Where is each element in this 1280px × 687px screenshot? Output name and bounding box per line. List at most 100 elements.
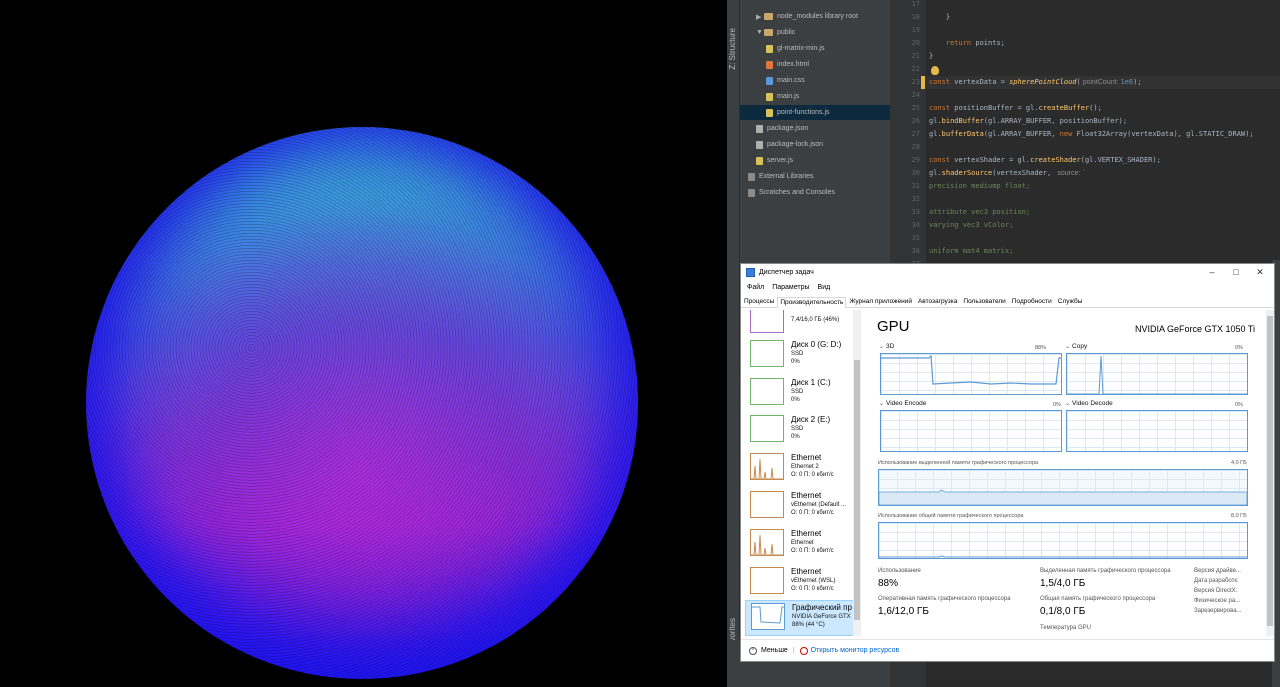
tree-item[interactable]: Scratches and Consoles [740, 185, 890, 200]
resource-item[interactable]: Ethernet Ethernet 2 О: 0 П: 0 кбит/с [745, 451, 854, 487]
json-file-icon [756, 124, 763, 133]
chevron-up-icon[interactable]: ⌃ [749, 646, 757, 655]
line-number: 28 [911, 143, 920, 151]
resource-item[interactable]: Графический пр NVIDIA GeForce GTX 88% (44 … [745, 600, 854, 636]
graph-pct-encode: 0% [1053, 402, 1061, 408]
graph-label-copy[interactable]: ⌄ Copy [1065, 343, 1087, 350]
line-number: 25 [911, 104, 920, 112]
resource-sub2: 0% [791, 434, 800, 440]
chevron-down-icon[interactable]: ▼ [756, 29, 764, 36]
resource-item[interactable]: Ethernet vEthernet (WSL) О: 0 П: 0 кбит/с [745, 565, 854, 601]
line-number: 22 [911, 65, 920, 73]
dedicated-memory-plot [879, 489, 1247, 505]
tree-item-label: point-functions.js [777, 109, 830, 116]
line-number: 27 [911, 130, 920, 138]
structure-tool-tab[interactable]: Z: Structure [728, 28, 737, 70]
shared-memory-graph [878, 522, 1248, 559]
code-line-25: const vertexData = spherePointCloud( poi… [929, 78, 1142, 86]
graph-label-encode[interactable]: ⌄ Video Encode [879, 400, 926, 407]
tree-item[interactable]: External Libraries [740, 169, 890, 184]
shared-stat-label: Общая память графического процессора [1040, 596, 1156, 602]
point-cloud-noise [86, 127, 638, 679]
resource-item[interactable]: Диск 2 (E:) SSD 0% [745, 413, 854, 449]
scratch-file-icon [748, 188, 755, 197]
line-number: 21 [911, 52, 920, 60]
menu-item[interactable]: Файл [747, 284, 764, 291]
ethernet-spark-plot [751, 492, 783, 517]
intention-bulb-icon[interactable] [931, 66, 939, 75]
resource-sub2: О: 0 П: 0 кбит/с [791, 472, 834, 478]
resource-thumbnail [751, 603, 785, 630]
chevron-down-icon: ⌄ [879, 401, 885, 407]
graph-pct-copy: 0% [1235, 345, 1243, 351]
resource-thumbnail [750, 340, 784, 367]
tree-item[interactable]: ▼ public [740, 25, 890, 40]
line-number: 32 [911, 195, 920, 203]
resource-thumbnail [750, 415, 784, 442]
gpu-model-name: NVIDIA GeForce GTX 1050 Ti [1134, 324, 1255, 334]
tree-item[interactable]: server.js [740, 153, 890, 168]
resource-sub1: vEthernet (Default ... [791, 502, 847, 508]
folder-icon [764, 13, 773, 20]
tab[interactable]: Службы [1055, 296, 1086, 307]
tree-item[interactable]: main.css [740, 73, 890, 88]
tree-item[interactable]: package.json [740, 121, 890, 136]
tree-item[interactable]: gl-matrix-min.js [740, 41, 890, 56]
maximize-button[interactable]: □ [1226, 266, 1246, 278]
minimize-button[interactable]: – [1202, 266, 1222, 278]
resource-item[interactable]: Диск 0 (G: D:) SSD 0% [745, 338, 854, 374]
fewer-details-link[interactable]: Меньше [761, 647, 788, 654]
tab[interactable]: Производительность [777, 297, 847, 308]
ide-bottom-strip [727, 640, 740, 687]
close-button[interactable]: ✕ [1250, 266, 1270, 278]
tab[interactable]: Автозагрузка [915, 296, 960, 307]
tree-item[interactable]: ▶ node_modules library root [740, 9, 890, 24]
tab[interactable]: Пользователи [960, 296, 1008, 307]
code-line-18: } [929, 13, 951, 21]
resource-sub2: 0% [791, 359, 800, 365]
resource-list-scrollbar[interactable] [853, 310, 861, 636]
detail-scrollbar[interactable] [1266, 310, 1274, 636]
chevron-right-icon[interactable]: ▶ [756, 13, 764, 21]
open-resource-monitor-link[interactable]: Открыть монитор ресурсов [811, 647, 900, 654]
detail-scroll-thumb[interactable] [1267, 316, 1273, 626]
graph-label-3d[interactable]: ⌄ 3D [879, 343, 894, 350]
tree-item[interactable]: point-functions.js [740, 105, 890, 120]
css-file-icon [766, 76, 773, 85]
resource-item[interactable]: 7,4/16,0 ГБ (46%) [745, 310, 854, 340]
line-number: 36 [911, 247, 920, 255]
resource-thumbnail [750, 529, 784, 556]
tab[interactable]: Процессы [741, 296, 777, 307]
resource-list-scroll-thumb[interactable] [854, 360, 860, 620]
change-marker [921, 76, 925, 89]
shared-memory-label: Использование общей памяти графического … [878, 513, 1024, 519]
tree-item[interactable]: main.js [740, 89, 890, 104]
resource-thumbnail [750, 567, 784, 594]
line-number: 19 [911, 26, 920, 34]
side-info-0: Версия драйве... [1194, 568, 1241, 574]
menu-item[interactable]: Параметры [772, 284, 809, 291]
tree-item-label: External Libraries [759, 173, 814, 180]
side-info-2: Версия DirectX: [1194, 588, 1238, 594]
resource-item[interactable]: Ethernet Ethernet О: 0 П: 0 кбит/с [745, 527, 854, 563]
html-file-icon [766, 60, 773, 69]
graph-video-decode [1066, 410, 1248, 452]
tree-item-label: gl-matrix-min.js [777, 45, 825, 52]
code-line-28: gl.bindBuffer(gl.ARRAY_BUFFER, positionB… [929, 117, 1128, 125]
resource-sub1: vEthernet (WSL) [791, 578, 836, 584]
line-number: 29 [911, 156, 920, 164]
resource-sub2: О: 0 П: 0 кбит/с [791, 586, 834, 592]
tab[interactable]: Журнал приложений [846, 296, 915, 307]
resource-sub1: SSD [791, 426, 804, 432]
graph-label-decode[interactable]: ⌄ Video Decode [1065, 400, 1113, 407]
json-file-icon [756, 140, 763, 149]
menu-item[interactable]: Вид [818, 284, 831, 291]
resource-item[interactable]: Диск 1 (C:) SSD 0% [745, 376, 854, 412]
tree-item[interactable]: index.html [740, 57, 890, 72]
tab[interactable]: Подробности [1009, 296, 1055, 307]
tree-item[interactable]: package-lock.json [740, 137, 890, 152]
resource-sub2: 88% (44 °C) [792, 622, 825, 628]
resource-item[interactable]: Ethernet vEthernet (Default ... О: 0 П: 0 … [745, 489, 854, 525]
graph-3d-plot [881, 354, 1061, 385]
webgl-canvas [0, 0, 727, 687]
